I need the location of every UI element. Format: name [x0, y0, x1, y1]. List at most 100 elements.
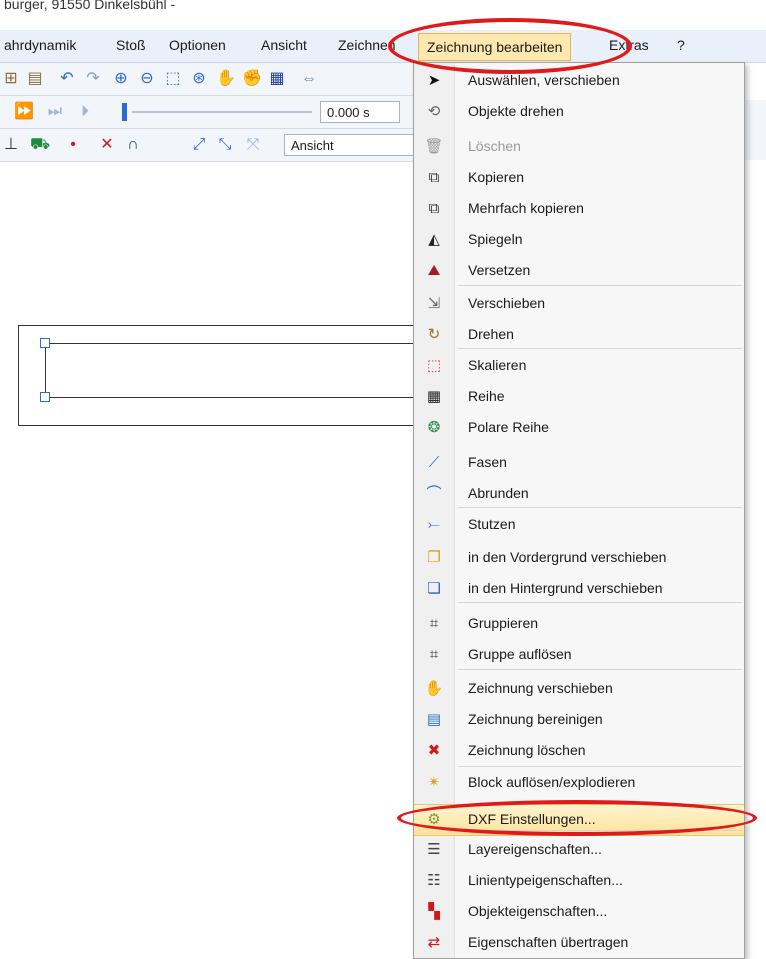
menu-help[interactable]: ?	[677, 37, 685, 53]
menu-item-linetype-properties[interactable]: ☷ Linientypeigenschaften...	[414, 866, 744, 896]
layer-properties-icon: ☰	[427, 841, 441, 858]
drawing-rectangle[interactable]	[18, 325, 420, 426]
menu-item-chamfer[interactable]: ⟋ Fasen	[414, 448, 744, 478]
menu-item-array[interactable]: ▦ Reihe	[414, 382, 744, 412]
menu-item-polar-array[interactable]: ❂ Polare Reihe	[414, 413, 744, 443]
menu-item-label: Drehen	[468, 326, 514, 342]
drawing-line-bottom[interactable]	[42, 397, 418, 398]
menu-item-delete-drawing[interactable]: ✖ Zeichnung löschen	[414, 736, 744, 766]
menu-fahrdynamik[interactable]: ahrdynamik	[4, 37, 76, 53]
group-icon: ⌗	[429, 615, 439, 632]
step-end-icon[interactable]: ⏭	[46, 103, 64, 121]
undo-icon[interactable]: ↶	[58, 70, 76, 88]
menu-item-clean-drawing[interactable]: ▤ Zeichnung bereinigen	[414, 705, 744, 735]
point-tool-icon[interactable]: •	[64, 136, 82, 154]
menu-item-label: Zeichnung verschieben	[468, 680, 613, 696]
zoom-out-icon[interactable]: ⊖	[138, 70, 156, 88]
pan-icon[interactable]: ✋	[216, 70, 236, 88]
fast-forward-icon[interactable]: ⏩	[14, 103, 34, 121]
cross-tool-icon[interactable]: ✕	[98, 136, 116, 154]
menu-item-label: in den Vordergrund verschieben	[468, 549, 667, 565]
menu-item-rotate-objects[interactable]: ⟲ Objekte drehen	[414, 97, 744, 127]
snap2-tool-icon[interactable]: ⤡	[216, 136, 234, 154]
delete-drawing-icon: ✖	[427, 742, 441, 759]
menu-stoss[interactable]: Stoß	[116, 37, 146, 53]
menu-ansicht[interactable]: Ansicht	[261, 37, 307, 53]
menu-item-group[interactable]: ⌗ Gruppieren	[414, 609, 744, 639]
grip-handle-bottom[interactable]	[40, 392, 50, 402]
offset-icon: ⛰	[427, 262, 441, 279]
grip-handle-top[interactable]	[40, 338, 50, 348]
view-select[interactable]: Ansicht	[284, 134, 420, 156]
multi-copy-icon: ⧉	[428, 200, 440, 217]
menu-separator	[458, 348, 742, 349]
menu-item-delete[interactable]: 🗑 Löschen	[414, 132, 744, 162]
toolbar-standard: ⊞ ▤ ↶ ↷ ⊕ ⊖ ⬚ ⊛ ✋ ✊ ▦ ⇔	[0, 63, 420, 96]
menu-item-object-properties[interactable]: ▚ Objekteigenschaften...	[414, 897, 744, 927]
menu-item-ungroup[interactable]: ⌗ Gruppe auflösen	[414, 640, 744, 670]
transfer-properties-icon: ⇄	[427, 934, 441, 951]
menu-item-mirror[interactable]: ◭ Spiegeln	[414, 225, 744, 255]
explode-block-icon: ✴	[427, 774, 441, 791]
menu-item-label: Fasen	[468, 454, 507, 470]
zoom-in-icon[interactable]: ⊕	[112, 70, 130, 88]
menu-item-label: Zeichnung bereinigen	[468, 711, 603, 727]
menu-item-label: Spiegeln	[468, 231, 523, 247]
redo-icon[interactable]: ↷	[84, 70, 102, 88]
grab-icon[interactable]: ✊	[242, 70, 262, 88]
drawing-line-top[interactable]	[42, 343, 418, 344]
measure-icon[interactable]: ⇔	[300, 70, 318, 88]
mirror-icon: ◭	[428, 231, 440, 248]
time-slider-track[interactable]	[132, 111, 312, 113]
fillet-icon: ⌒	[426, 485, 442, 502]
grid-icon[interactable]: ▦	[268, 70, 286, 88]
snap3-tool-icon[interactable]: ⤧	[244, 136, 262, 154]
menu-item-explode-block[interactable]: ✴ Block auflösen/explodieren	[414, 768, 744, 798]
step-forward-icon[interactable]: ⏵	[76, 103, 94, 121]
menu-item-pan-hand[interactable]: ✋ Zeichnung verschieben	[414, 674, 744, 704]
snap-tool-icon[interactable]: ⤢	[190, 136, 208, 154]
toolbar-right-edge	[744, 100, 766, 160]
menu-item-label: Objekteigenschaften...	[468, 903, 608, 919]
menu-optionen[interactable]: Optionen	[169, 37, 226, 53]
time-slider-thumb[interactable]	[122, 103, 127, 121]
menu-item-rotate[interactable]: ↻ Drehen	[414, 320, 744, 350]
window-title-bar: burger, 91550 Dinkelsbühl -	[0, 0, 766, 26]
drawing-line-left[interactable]	[45, 343, 46, 398]
menu-item-send-to-back[interactable]: ❏ in den Hintergrund verschieben	[414, 574, 744, 604]
menu-item-label: Kopieren	[468, 169, 525, 185]
magnet-tool-icon[interactable]: ∩	[124, 136, 142, 154]
menu-zeichnen[interactable]: Zeichnen	[338, 37, 396, 53]
time-field[interactable]: 0.000 s	[320, 101, 400, 123]
menu-item-label: Löschen	[468, 138, 521, 154]
clean-drawing-icon: ▤	[426, 711, 442, 728]
menu-item-trim[interactable]: ⤚ Stutzen	[414, 510, 744, 540]
zoom-window-icon[interactable]: ⬚	[164, 70, 182, 88]
menu-item-offset[interactable]: ⛰ Versetzen	[414, 256, 744, 286]
menu-item-multi-copy[interactable]: ⧉ Mehrfach kopieren	[414, 194, 744, 224]
delete-icon: 🗑	[424, 138, 444, 155]
vehicle-tool-icon[interactable]: ⛟	[30, 136, 50, 154]
open-icon[interactable]: ⊞	[2, 70, 20, 88]
polar-array-icon: ❂	[427, 419, 441, 436]
menu-item-copy[interactable]: ⧉ Kopieren	[414, 163, 744, 193]
send-to-back-icon: ❏	[427, 580, 441, 597]
rotate-objects-icon: ⟲	[427, 103, 441, 120]
move-icon: ⇲	[427, 295, 441, 312]
trim-icon: ⤚	[427, 516, 440, 533]
menu-item-bring-to-front[interactable]: ❐ in den Vordergrund verschieben	[414, 543, 744, 573]
menu-item-scale[interactable]: ⬚ Skalieren	[414, 351, 744, 381]
line-tool-icon[interactable]: ⊥	[2, 136, 20, 154]
cursor-arrow-icon: ➤	[427, 72, 441, 89]
menu-item-move[interactable]: ⇲ Verschieben	[414, 289, 744, 319]
menu-item-label: Gruppieren	[468, 615, 539, 631]
menu-separator	[458, 766, 742, 767]
menu-item-label: Versetzen	[468, 262, 531, 278]
menu-item-fillet[interactable]: ⌒ Abrunden	[414, 479, 744, 509]
paste-icon[interactable]: ▤	[26, 70, 44, 88]
menu-item-transfer-properties[interactable]: ⇄ Eigenschaften übertragen	[414, 928, 744, 958]
menu-item-label: Objekte drehen	[468, 103, 564, 119]
menu-item-label: Mehrfach kopieren	[468, 200, 584, 216]
zoom-extents-icon[interactable]: ⊛	[190, 70, 208, 88]
menu-item-layer-properties[interactable]: ☰ Layereigenschaften...	[414, 835, 744, 865]
